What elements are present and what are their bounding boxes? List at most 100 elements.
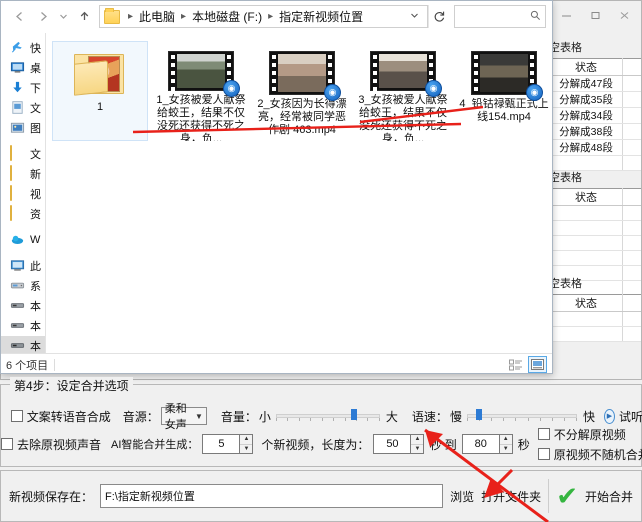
sidebar-item-drive-e[interactable]: 本	[1, 316, 45, 336]
list-item[interactable]: 1	[52, 41, 148, 141]
large-icons-view-icon[interactable]	[528, 356, 547, 373]
output-path-label: 新视频保存在：	[9, 489, 94, 504]
preview-label[interactable]: 试听	[619, 408, 642, 425]
video-file-badge-icon: ◉	[324, 84, 341, 101]
voice-source-select[interactable]: 柔和女声 ▼	[160, 403, 207, 431]
no-split-checkbox[interactable]: 不分解原视频	[537, 426, 642, 443]
sidebar-item-drive-c[interactable]: 系	[1, 276, 45, 296]
video-count-stepper[interactable]: 5 ▲ ▼	[202, 434, 254, 454]
breadcrumb-item-folder[interactable]: 指定新视频位置	[278, 8, 364, 25]
table-row[interactable]	[549, 235, 641, 251]
duration-to-value[interactable]: 80	[461, 434, 500, 454]
volume-slider-thumb[interactable]	[350, 409, 357, 420]
address-bar[interactable]: ▸ 此电脑 ▸ 本地磁盘 (F:) ▸ 指定新视频位置	[99, 5, 428, 28]
speed-slider-thumb[interactable]	[475, 409, 482, 420]
maximize-icon[interactable]	[581, 2, 610, 28]
tts-checkbox[interactable]: 文案转语音合成	[10, 408, 111, 425]
output-path-input[interactable]: F:\指定新视频位置	[100, 484, 444, 508]
table-cell-status	[549, 235, 623, 251]
list-item[interactable]: ◉ 3_女孩被爱人献祭给蛟王，结果不仅没死还获得不死之身，负...	[355, 41, 451, 141]
open-folder-button[interactable]: 打开文件夹	[481, 488, 541, 505]
sidebar-item-drive-d[interactable]: 本	[1, 296, 45, 316]
duration-from-stepper[interactable]: 50 ▲ ▼	[373, 434, 425, 454]
chevron-down-icon[interactable]	[404, 11, 425, 22]
sidebar-item-quickaccess[interactable]: 快	[1, 38, 45, 58]
table-cell-status: 分解成34段	[549, 107, 623, 124]
stepper-down-icon[interactable]: ▼	[240, 445, 252, 454]
forward-icon[interactable]	[31, 5, 55, 29]
stepper-up-icon[interactable]: ▲	[499, 435, 512, 445]
start-merge-button[interactable]: 开始合并	[585, 488, 633, 505]
stepper-down-icon[interactable]: ▼	[411, 445, 423, 454]
table-row[interactable]	[549, 250, 641, 266]
sidebar-item-desktop[interactable]: 桌	[1, 58, 45, 78]
voice-source-label: 音源：	[122, 409, 159, 424]
sidebar-item-onedrive[interactable]: W	[1, 230, 45, 250]
no-random-merge-checkbox[interactable]: 原视频不随机合并	[537, 446, 642, 463]
tts-options-row: 文案转语音合成 音源： 柔和女声 ▼ 音量： 小 大 语速： 慢 快 ▶ 试听	[1, 403, 642, 431]
sidebar-item-folder-1[interactable]: 文	[1, 144, 45, 164]
output-path-value: F:\指定新视频位置	[105, 491, 195, 503]
sidebar-item-pictures[interactable]: 图	[1, 118, 45, 138]
stepper-arrows[interactable]: ▲ ▼	[499, 434, 513, 454]
sidebar-item-thispc[interactable]: 此	[1, 256, 45, 276]
table-row[interactable]: 分解成48段	[549, 139, 641, 156]
sidebar-item-drive-f[interactable]: 本	[1, 336, 45, 353]
video-count-value[interactable]: 5	[202, 434, 241, 454]
remove-audio-checkbox[interactable]: 去除原视频声音	[1, 436, 101, 453]
table-row[interactable]	[549, 311, 641, 327]
table-row[interactable]: 分解成34段	[549, 107, 641, 124]
list-item[interactable]: ◉ 4_铅钴禄甄正式上线154.mp4	[456, 41, 552, 141]
table-cell-status	[549, 205, 623, 221]
table-cell-blank	[622, 311, 641, 327]
duration-to-stepper[interactable]: 80 ▲ ▼	[461, 434, 513, 454]
stepper-up-icon[interactable]: ▲	[240, 435, 253, 445]
close-icon[interactable]	[610, 2, 639, 28]
list-view-icon[interactable]	[506, 356, 525, 373]
folder-icon	[10, 205, 26, 222]
download-icon	[10, 80, 26, 96]
stepper-down-icon[interactable]: ▼	[500, 445, 512, 454]
breadcrumb-item-pc[interactable]: 此电脑	[138, 8, 176, 25]
video-file-badge-icon: ◉	[526, 84, 543, 101]
sidebar-item-downloads[interactable]: 下	[1, 78, 45, 98]
stepper-arrows[interactable]: ▲ ▼	[411, 434, 425, 454]
table-row[interactable]: 分解成35段	[549, 91, 641, 108]
table-row[interactable]	[549, 205, 641, 221]
table-row[interactable]: 分解成38段	[549, 123, 641, 140]
item-name: 1_女孩被爱人献祭给蛟王，结果不仅没死还获得不死之身，负...	[156, 93, 246, 141]
back-icon[interactable]	[7, 5, 31, 29]
up-icon[interactable]	[72, 5, 96, 29]
sidebar-item-documents[interactable]: 文	[1, 98, 45, 118]
sidebar-item-folder-3[interactable]: 视	[1, 184, 45, 204]
panel-title: 第4步：设定合并选项	[10, 377, 133, 394]
speed-slider[interactable]	[466, 408, 577, 424]
volume-slider[interactable]	[275, 408, 380, 424]
list-item[interactable]: ◉ 2_女孩因为长得漂亮，经常被同学恶作剧 463.mp4	[254, 41, 350, 141]
duration-from-value[interactable]: 50	[373, 434, 412, 454]
table-cell-blank	[622, 123, 641, 140]
minimize-icon[interactable]	[552, 2, 581, 28]
refresh-icon[interactable]	[428, 5, 450, 28]
table-row[interactable]	[549, 220, 641, 236]
recent-locations-icon[interactable]	[55, 5, 72, 29]
item-name: 3_女孩被爱人献祭给蛟王，结果不仅没死还获得不死之身，负...	[358, 93, 448, 141]
remove-audio-label: 去除原视频声音	[17, 437, 102, 452]
sidebar-item-folder-2[interactable]: 新	[1, 164, 45, 184]
status-divider	[54, 358, 56, 371]
table-cell-blank	[622, 250, 641, 266]
stepper-arrows[interactable]: ▲ ▼	[240, 434, 254, 454]
table-row[interactable]	[549, 326, 641, 342]
browse-button[interactable]: 浏览	[450, 488, 474, 505]
file-list-pane[interactable]: 1 ◉ 1_女孩被爱人献祭给蛟王，结果不仅没死还获得不死之身，负... ◉ 2_…	[46, 33, 552, 353]
list-item[interactable]: ◉ 1_女孩被爱人献祭给蛟王，结果不仅没死还获得不死之身，负...	[153, 41, 249, 141]
table-row[interactable]: 分解成47段	[549, 75, 641, 92]
ai-merge-label: AI智能合并生成：	[111, 439, 199, 451]
sidebar-item-folder-4[interactable]: 资	[1, 204, 45, 224]
stepper-up-icon[interactable]: ▲	[411, 435, 424, 445]
search-input[interactable]	[454, 5, 546, 28]
explorer-toolbar: ▸ 此电脑 ▸ 本地磁盘 (F:) ▸ 指定新视频位置	[1, 1, 552, 33]
navigation-pane[interactable]: 快 桌 下 文 图 文 新 视 资 W 此 系 本 本 本	[1, 33, 46, 353]
breadcrumb-item-drive[interactable]: 本地磁盘 (F:)	[191, 8, 263, 25]
play-icon[interactable]: ▶	[603, 408, 615, 424]
